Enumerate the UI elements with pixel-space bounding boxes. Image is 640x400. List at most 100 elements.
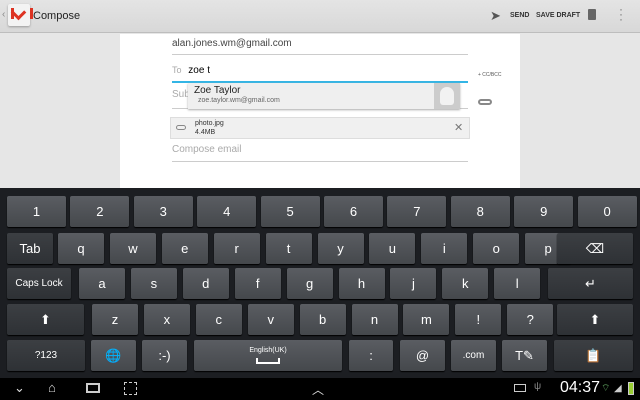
key-label: 1	[32, 204, 41, 219]
key-3[interactable]: 3	[133, 196, 193, 227]
key-v[interactable]: v	[247, 304, 294, 335]
key-x[interactable]: x	[143, 304, 190, 335]
backspace-key[interactable]: ⌫	[557, 233, 633, 264]
key-o[interactable]: o	[473, 233, 520, 264]
key-label: 0	[603, 204, 611, 219]
send-icon[interactable]: ➤	[490, 8, 501, 24]
clipboard-key[interactable]: 📋	[554, 340, 633, 371]
key-![interactable]: !	[455, 304, 502, 335]
key-l[interactable]: l	[494, 268, 541, 299]
compose-sheet	[120, 34, 520, 188]
key-h[interactable]: h	[338, 268, 385, 299]
autocomplete-suggestion[interactable]: Zoe Taylor zoe.taylor.wm@gmail.com	[188, 83, 460, 109]
key-label: q	[77, 241, 85, 256]
key-label: b	[318, 312, 327, 327]
key-label: h	[357, 276, 366, 291]
from-field[interactable]: alan.jones.wm@gmail.com	[172, 38, 468, 55]
key-z[interactable]: z	[92, 304, 138, 335]
key-label: 📋	[585, 347, 602, 363]
symbols-key[interactable]: ?123	[7, 340, 85, 371]
action-bar: ‹ Compose ➤ SEND SAVE DRAFT · · ·	[0, 0, 640, 33]
key-9[interactable]: 9	[514, 196, 574, 227]
key-.com[interactable]: .com	[451, 340, 496, 371]
expand-icon[interactable]: ︿	[312, 381, 324, 398]
key-label: .com	[462, 350, 485, 361]
key-label: l	[515, 276, 519, 291]
key-@[interactable]: @	[400, 340, 445, 371]
key-b[interactable]: b	[299, 304, 346, 335]
caps-lock-key[interactable]: Caps Lock	[7, 268, 71, 299]
key-f[interactable]: f	[234, 268, 281, 299]
key-label: w	[128, 241, 138, 256]
attach-icon[interactable]	[478, 99, 492, 105]
key-u[interactable]: u	[369, 233, 416, 264]
home-icon[interactable]: ⌂	[48, 380, 56, 395]
send-button[interactable]: SEND	[510, 12, 529, 19]
key-j[interactable]: j	[390, 268, 437, 299]
key-label: n	[370, 312, 379, 327]
tab-key[interactable]: Tab	[7, 233, 53, 264]
key-2[interactable]: 2	[70, 196, 130, 227]
key-r[interactable]: r	[213, 233, 260, 264]
trash-icon[interactable]	[588, 9, 596, 20]
key-1[interactable]: 1	[7, 196, 66, 227]
remove-attachment-icon[interactable]: ✕	[454, 121, 463, 134]
key-label: :-)	[158, 348, 171, 363]
language-key[interactable]: 🌐	[91, 340, 136, 371]
key-y[interactable]: y	[317, 233, 364, 264]
key-g[interactable]: g	[286, 268, 333, 299]
shift-key[interactable]: ⬆	[7, 304, 84, 335]
key-c[interactable]: c	[195, 304, 242, 335]
key-label: t	[286, 241, 291, 256]
body-field[interactable]: Compose email	[172, 144, 468, 162]
key-w[interactable]: w	[109, 233, 156, 264]
page-title: Compose	[33, 10, 81, 22]
key-label: 7	[413, 204, 421, 219]
recent-apps-icon[interactable]	[86, 383, 100, 393]
key-label: i	[442, 241, 446, 256]
to-input[interactable]: zoe t	[188, 65, 210, 76]
gmail-logo-icon[interactable]	[8, 4, 33, 26]
wifi-icon: ⌔	[601, 383, 611, 394]
up-caret-icon[interactable]: ‹	[2, 9, 5, 20]
key-a[interactable]: a	[79, 268, 125, 299]
key-e[interactable]: e	[161, 233, 208, 264]
key-:[interactable]: :	[349, 340, 393, 371]
key-5[interactable]: 5	[260, 196, 320, 227]
key-label: :	[369, 348, 373, 363]
key-q[interactable]: q	[58, 233, 104, 264]
key-label: o	[492, 241, 500, 256]
key-label: 2	[96, 204, 104, 219]
save-draft-button[interactable]: SAVE DRAFT	[536, 12, 580, 19]
key-label: s	[150, 276, 158, 291]
key-m[interactable]: m	[403, 304, 450, 335]
shift-key[interactable]: ⬆	[557, 304, 633, 335]
key-6[interactable]: 6	[324, 196, 383, 227]
key-k[interactable]: k	[442, 268, 489, 299]
key-i[interactable]: i	[421, 233, 468, 264]
handwriting-key[interactable]: T✎	[502, 340, 547, 371]
screenshot-icon[interactable]	[124, 382, 137, 395]
key-8[interactable]: 8	[450, 196, 510, 227]
key-label: g	[305, 276, 314, 291]
to-field[interactable]: To zoe t	[172, 65, 468, 83]
overflow-menu-icon[interactable]: · · ·	[619, 3, 623, 25]
paperclip-icon	[176, 125, 186, 130]
key-?[interactable]: ?	[507, 304, 554, 335]
back-icon[interactable]: ⌄	[14, 380, 25, 396]
key-label: ?123	[34, 350, 58, 361]
key-label: r	[234, 241, 239, 256]
key-4[interactable]: 4	[197, 196, 257, 227]
space-key[interactable]: English(UK)	[194, 340, 342, 371]
key-0[interactable]: 0	[577, 196, 637, 227]
to-label: To	[172, 65, 182, 75]
key-n[interactable]: n	[351, 304, 398, 335]
key-d[interactable]: d	[182, 268, 229, 299]
key-t[interactable]: t	[265, 233, 312, 264]
key-s[interactable]: s	[130, 268, 177, 299]
key-7[interactable]: 7	[387, 196, 447, 227]
cc-bcc-button[interactable]: + CC/BCC	[478, 72, 501, 78]
key-:-)[interactable]: :-)	[142, 340, 187, 371]
enter-key[interactable]: ↵	[548, 268, 633, 299]
usb-icon: ψ	[534, 381, 542, 392]
